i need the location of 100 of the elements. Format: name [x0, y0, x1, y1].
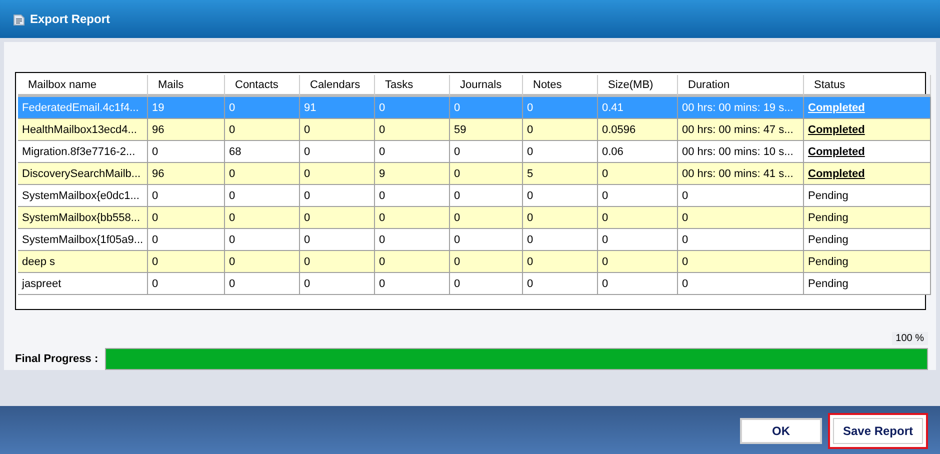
table-cell: 0: [375, 229, 450, 251]
table-cell: 0: [450, 229, 523, 251]
table-cell: 0: [300, 163, 375, 185]
table-row[interactable]: jaspreet 0 0 0 0 0 0 0 0 Pending: [18, 273, 925, 295]
status-link[interactable]: Completed: [808, 124, 865, 136]
table-cell: 0: [375, 273, 450, 295]
table-cell: 0: [450, 273, 523, 295]
table-cell: 0: [300, 119, 375, 141]
table-cell: 0: [375, 141, 450, 163]
table-cell: 0: [598, 185, 678, 207]
table-cell: 0: [148, 207, 225, 229]
status-text: Pending: [808, 234, 848, 246]
table-row[interactable]: SystemMailbox{1f05a9... 0 0 0 0 0 0 0 0 Pending: [18, 229, 925, 251]
table-cell: 0: [300, 207, 375, 229]
dialog-button[interactable]: Save Report: [828, 412, 928, 448]
table-cell: 0: [148, 251, 225, 273]
table-cell: 0: [598, 207, 678, 229]
table-cell: 91: [300, 97, 375, 119]
status-text: Pending: [808, 212, 848, 224]
table-row[interactable]: SystemMailbox{bb558... 0 0 0 0 0 0 0 0 Pending: [18, 207, 925, 229]
table-cell: 0: [523, 97, 598, 119]
table-cell: 0: [375, 185, 450, 207]
table-cell: DiscoverySearchMailb...: [18, 163, 148, 185]
table-cell: 0: [225, 207, 300, 229]
table-cell: 0: [375, 97, 450, 119]
table-cell: 0: [225, 119, 300, 141]
table-cell: 0: [450, 207, 523, 229]
table-cell: 0.0596: [598, 119, 678, 141]
table-cell: 0: [598, 229, 678, 251]
table-cell: 5: [523, 163, 598, 185]
table-row[interactable]: deep s 0 0 0 0 0 0 0 0 Pending: [18, 251, 925, 273]
table-cell: SystemMailbox{e0dc1...: [18, 185, 148, 207]
table-cell: 0: [450, 251, 523, 273]
table-cell: 96: [148, 163, 225, 185]
table-cell: 0: [450, 97, 523, 119]
table-cell: 0: [523, 273, 598, 295]
table-cell: 0: [678, 185, 804, 207]
progress-label: Final Progress :: [15, 353, 95, 365]
report-icon: [12, 12, 26, 26]
table-cell: 00 hrs: 00 mins: 41 s...: [678, 163, 804, 185]
table-cell: 0: [148, 273, 225, 295]
table-cell: 0: [523, 229, 598, 251]
table-cell: 0: [450, 163, 523, 185]
table-cell: deep s: [18, 251, 148, 273]
table-cell: 19: [148, 97, 225, 119]
table-cell: 0: [678, 207, 804, 229]
table-cell: 00 hrs: 00 mins: 10 s...: [678, 141, 804, 163]
dialog-button[interactable]: OK: [740, 418, 822, 444]
table-cell: 0: [678, 229, 804, 251]
table-row[interactable]: HealthMailbox13ecd4... 96 0 0 0 59 0 0.0596 00 hrs: 00 mins: 47 s... Completed: [18, 119, 925, 141]
table-cell: SystemMailbox{bb558...: [18, 207, 148, 229]
table-row[interactable]: Migration.8f3e7716-2... 0 68 0 0 0 0 0.06 00 hrs: 00 mins: 10 s... Completed: [18, 141, 925, 163]
table-cell: 0: [225, 97, 300, 119]
table-cell: 9: [375, 163, 450, 185]
progress-reading: 100 %: [892, 332, 928, 345]
table-cell: 96: [148, 119, 225, 141]
status-link[interactable]: Completed: [808, 168, 865, 180]
table-row[interactable]: DiscoverySearchMailb... 96 0 0 9 0 5 0 00 hrs: 00 mins: 41 s... Completed: [18, 163, 925, 185]
window-title: Export Report: [30, 12, 110, 26]
table-cell: 0: [523, 141, 598, 163]
table-cell: 00 hrs: 00 mins: 19 s...: [678, 97, 804, 119]
table-cell: 0: [148, 141, 225, 163]
table-cell: 0: [148, 185, 225, 207]
status-link[interactable]: Completed: [808, 146, 865, 158]
table-cell: 0: [375, 251, 450, 273]
status-text: Pending: [808, 256, 848, 268]
table-row[interactable]: SystemMailbox{e0dc1... 0 0 0 0 0 0 0 0 Pending: [18, 185, 925, 207]
table-cell: 0: [225, 251, 300, 273]
table-cell: 0: [450, 141, 523, 163]
table-cell: 0: [375, 207, 450, 229]
table-cell: HealthMailbox13ecd4...: [18, 119, 148, 141]
table-cell: 0: [225, 185, 300, 207]
table-cell: 0.41: [598, 97, 678, 119]
table-cell: 0: [300, 141, 375, 163]
table-cell: 0: [225, 229, 300, 251]
table-cell: 0.06: [598, 141, 678, 163]
table-cell: 0: [598, 251, 678, 273]
table-cell: 0: [523, 185, 598, 207]
table-cell: Migration.8f3e7716-2...: [18, 141, 148, 163]
status-text: Pending: [808, 278, 848, 290]
status-text: Pending: [808, 190, 848, 202]
table-cell: 68: [225, 141, 300, 163]
table-cell: 0: [523, 207, 598, 229]
table-cell: 0: [300, 229, 375, 251]
table-cell: 0: [523, 119, 598, 141]
table-cell: 0: [598, 273, 678, 295]
table-cell: 0: [300, 185, 375, 207]
table-cell: 0: [148, 229, 225, 251]
table-cell: SystemMailbox{1f05a9...: [18, 229, 148, 251]
table-cell: jaspreet: [18, 273, 148, 295]
table-cell: 0: [375, 119, 450, 141]
table-cell: 0: [225, 273, 300, 295]
table-cell: 0: [225, 163, 300, 185]
table-cell: 0: [678, 273, 804, 295]
table-cell: 0: [300, 251, 375, 273]
table-cell: 59: [450, 119, 523, 141]
table-cell: FederatedEmail.4c1f4...: [18, 97, 148, 119]
table-cell: 00 hrs: 00 mins: 47 s...: [678, 119, 804, 141]
table-cell: 0: [450, 185, 523, 207]
table-cell: 0: [523, 251, 598, 273]
